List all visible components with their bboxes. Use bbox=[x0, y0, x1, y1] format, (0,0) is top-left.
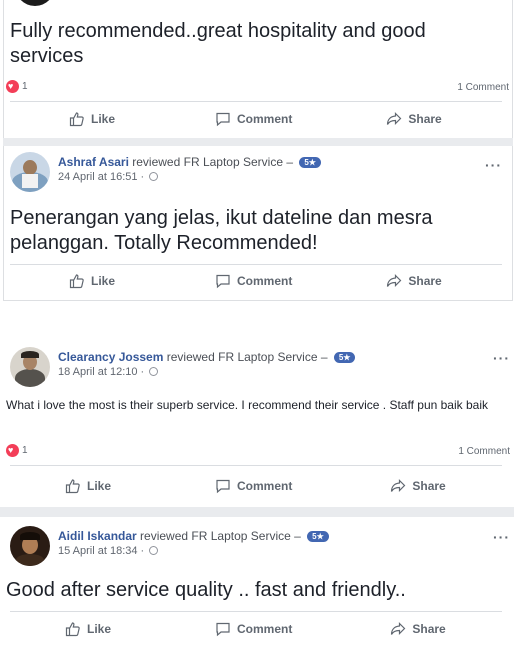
post-author-line: Aidil Iskandar reviewed FR Laptop Servic… bbox=[58, 529, 329, 543]
love-reaction-icon bbox=[6, 80, 19, 93]
post-header: Aidil Iskandar reviewed FR Laptop Servic… bbox=[10, 526, 329, 566]
share-icon bbox=[387, 112, 402, 125]
comment-label: Comment bbox=[237, 274, 293, 288]
action-bar: Like Comment Share bbox=[3, 111, 513, 127]
comment-label: Comment bbox=[237, 479, 293, 493]
share-button[interactable]: Share bbox=[386, 273, 442, 289]
timestamp-link[interactable]: 24 April at 16:51 · bbox=[58, 171, 147, 183]
post-separator bbox=[0, 507, 514, 517]
share-icon bbox=[387, 274, 402, 287]
post-header: Ashraf Asari reviewed FR Laptop Service … bbox=[10, 152, 321, 192]
post-text: Penerangan yang jelas, ikut dateline dan… bbox=[10, 207, 433, 254]
like-label: Like bbox=[87, 479, 112, 493]
page-name-link[interactable]: FR Laptop Service bbox=[218, 350, 317, 364]
more-options-button[interactable]: ··· bbox=[485, 157, 502, 173]
comment-count-link[interactable]: 1 Comment bbox=[457, 82, 509, 93]
post-timestamp: 15 April at 18:34 · bbox=[58, 545, 329, 557]
page-name-link[interactable]: FR Laptop Service bbox=[191, 529, 290, 543]
share-label: Share bbox=[412, 622, 446, 636]
reactions-summary[interactable]: 1 bbox=[6, 80, 28, 93]
divider bbox=[10, 611, 502, 612]
action-bar: Like Comment Share bbox=[3, 478, 513, 494]
post-text: Fully recommended..great hospitality and… bbox=[10, 20, 426, 67]
globe-icon bbox=[149, 172, 159, 181]
post-timestamp: 18 April at 12:10 · bbox=[58, 366, 355, 378]
share-label: Share bbox=[408, 274, 442, 288]
share-button[interactable]: Share bbox=[390, 478, 446, 494]
comment-button[interactable]: Comment bbox=[215, 111, 292, 127]
thumbs-up-icon bbox=[69, 274, 84, 289]
like-label: Like bbox=[91, 112, 116, 126]
post-timestamp: 24 April at 16:51 · bbox=[58, 171, 321, 183]
post-author-line: Clearancy Jossem reviewed FR Laptop Serv… bbox=[58, 350, 356, 364]
more-options-button[interactable]: ··· bbox=[493, 529, 510, 545]
share-button[interactable]: Share bbox=[390, 621, 446, 637]
dash-text: – bbox=[317, 350, 331, 364]
avatar[interactable] bbox=[10, 152, 50, 192]
reaction-count: 1 bbox=[22, 81, 28, 92]
comment-button[interactable]: Comment bbox=[215, 273, 292, 289]
comment-icon bbox=[216, 479, 230, 494]
page-name-link[interactable]: FR Laptop Service bbox=[184, 155, 283, 169]
share-label: Share bbox=[408, 112, 442, 126]
comment-button[interactable]: Comment bbox=[215, 621, 292, 637]
dash-text: – bbox=[283, 155, 297, 169]
rating-badge: 5★ bbox=[307, 531, 329, 542]
post-author-line: Ashraf Asari reviewed FR Laptop Service … bbox=[58, 155, 321, 169]
share-label: Share bbox=[412, 479, 446, 493]
comment-button[interactable]: Comment bbox=[215, 478, 292, 494]
dash-text: – bbox=[290, 529, 305, 543]
avatar[interactable] bbox=[10, 347, 50, 387]
like-button[interactable]: Like bbox=[69, 111, 115, 127]
reaction-count: 1 bbox=[22, 445, 28, 456]
thumbs-up-icon bbox=[65, 479, 80, 494]
timestamp-link[interactable]: 15 April at 18:34 · bbox=[58, 545, 147, 557]
reactions-summary[interactable]: 1 bbox=[6, 444, 28, 457]
like-button[interactable]: Like bbox=[65, 621, 111, 637]
love-reaction-icon bbox=[6, 444, 19, 457]
like-label: Like bbox=[91, 274, 116, 288]
rating-badge: 5★ bbox=[333, 352, 356, 363]
comment-label: Comment bbox=[237, 112, 293, 126]
divider bbox=[10, 101, 502, 102]
thumbs-up-icon bbox=[65, 622, 80, 637]
globe-icon bbox=[149, 546, 159, 555]
share-button[interactable]: Share bbox=[386, 111, 442, 127]
action-bar: Like Comment Share bbox=[3, 273, 513, 289]
like-button[interactable]: Like bbox=[69, 273, 115, 289]
divider bbox=[10, 264, 502, 265]
reviewer-name-link[interactable]: Ashraf Asari bbox=[58, 155, 129, 169]
like-label: Like bbox=[87, 622, 112, 636]
comment-count-link[interactable]: 1 Comment bbox=[458, 446, 510, 457]
share-icon bbox=[391, 479, 406, 492]
post-text: Good after service quality .. fast and f… bbox=[6, 579, 406, 601]
post-text: What i love the most is their superb ser… bbox=[6, 398, 488, 412]
reviewer-name-link[interactable]: Aidil Iskandar bbox=[58, 529, 137, 543]
reviewed-text: reviewed bbox=[128, 155, 184, 169]
reviewed-text: reviewed bbox=[163, 350, 219, 364]
comment-icon bbox=[216, 274, 230, 289]
thumbs-up-icon bbox=[69, 112, 84, 127]
post-header: Clearancy Jossem reviewed FR Laptop Serv… bbox=[10, 347, 356, 387]
avatar[interactable] bbox=[10, 526, 50, 566]
comment-icon bbox=[216, 622, 230, 637]
divider bbox=[10, 465, 502, 466]
reviewed-text: reviewed bbox=[136, 529, 192, 543]
share-icon bbox=[391, 622, 406, 635]
more-options-button[interactable]: ··· bbox=[493, 350, 510, 366]
rating-badge: 5★ bbox=[299, 157, 321, 168]
comment-icon bbox=[216, 112, 230, 127]
comment-label: Comment bbox=[237, 622, 293, 636]
post-separator bbox=[3, 138, 513, 146]
action-bar: Like Comment Share bbox=[3, 621, 513, 637]
like-button[interactable]: Like bbox=[65, 478, 111, 494]
timestamp-link[interactable]: 18 April at 12:10 · bbox=[58, 366, 147, 378]
globe-icon bbox=[149, 367, 159, 376]
reviewer-name-link[interactable]: Clearancy Jossem bbox=[58, 350, 163, 364]
